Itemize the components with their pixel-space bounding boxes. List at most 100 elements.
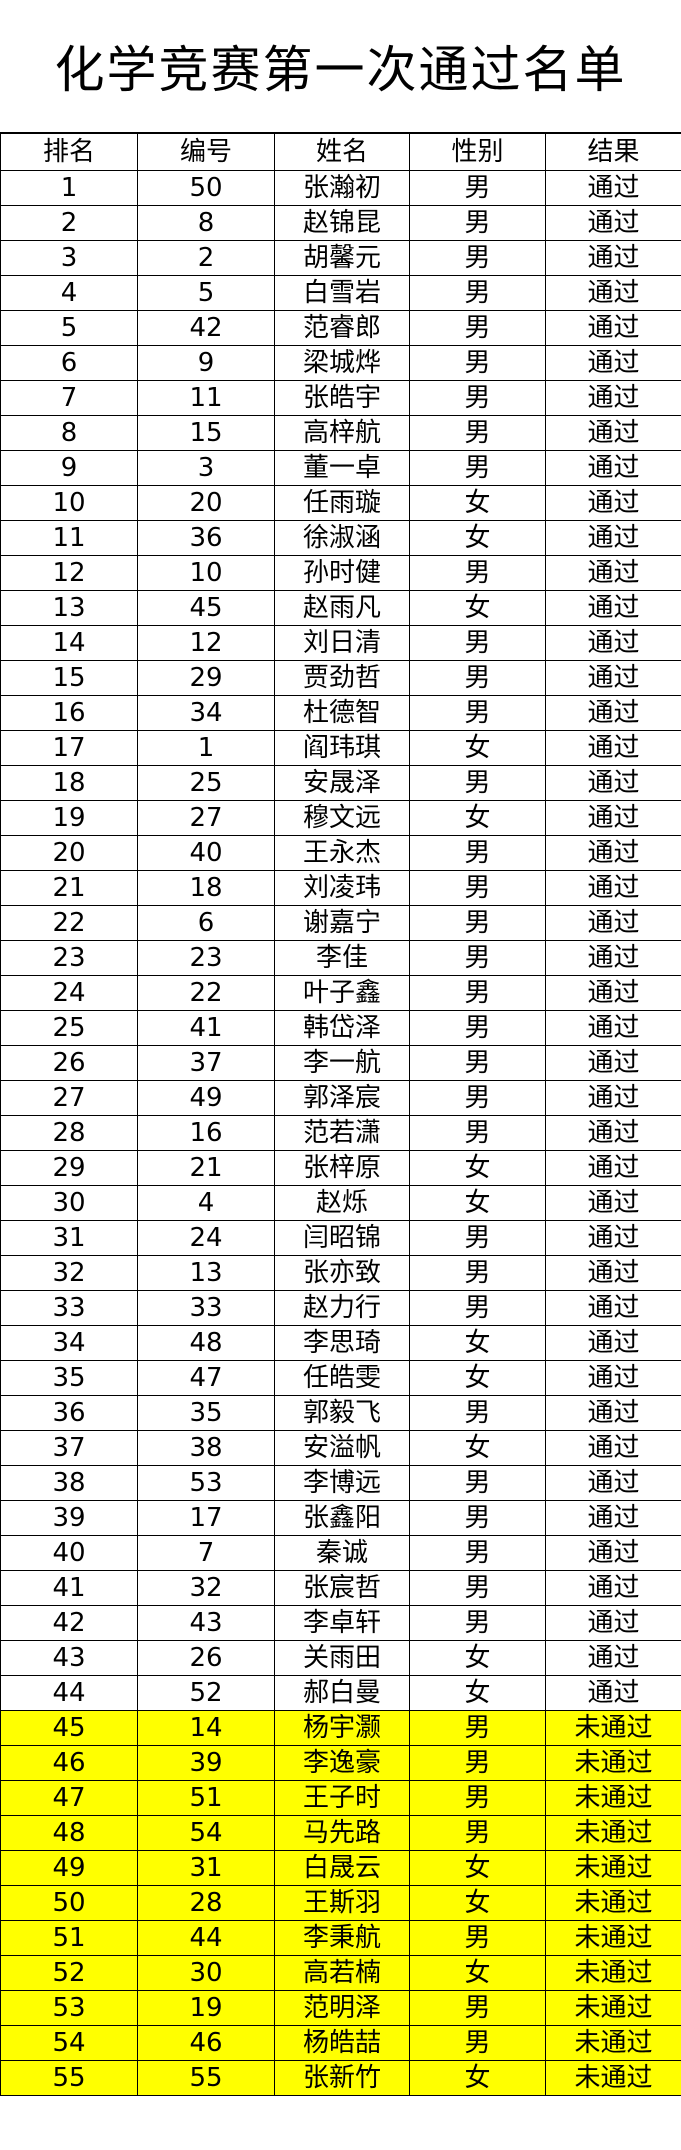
- id-cell: 7: [137, 1535, 275, 1571]
- result-cell: 未通过: [545, 1745, 681, 1781]
- rank-cell: 27: [0, 1080, 138, 1116]
- rank-cell: 55: [0, 2060, 138, 2096]
- id-cell: 51: [137, 1780, 275, 1816]
- rank-cell: 41: [0, 1570, 138, 1606]
- result-cell: 通过: [545, 1045, 681, 1081]
- id-cell: 48: [137, 1325, 275, 1361]
- name-cell: 白雪岩: [274, 275, 410, 311]
- id-cell: 12: [137, 625, 275, 661]
- result-cell: 通过: [545, 1290, 681, 1326]
- name-cell: 王斯羽: [274, 1885, 410, 1921]
- header-id: 编号: [137, 133, 275, 171]
- name-cell: 徐淑涵: [274, 520, 410, 556]
- gender-cell: 男: [409, 1745, 546, 1781]
- table-row: 29 21 张梓原女通过: [0, 1150, 681, 1186]
- id-cell: 49: [137, 1080, 275, 1116]
- name-cell: 郭毅飞: [274, 1395, 410, 1431]
- id-cell: 6: [137, 905, 275, 941]
- gender-cell: 男: [409, 1710, 546, 1746]
- result-cell: 通过: [545, 1570, 681, 1606]
- result-cell: 通过: [545, 765, 681, 801]
- result-cell: 通过: [545, 625, 681, 661]
- gender-cell: 男: [409, 870, 546, 906]
- result-cell: 通过: [545, 1360, 681, 1396]
- result-cell: 通过: [545, 695, 681, 731]
- name-cell: 范若潇: [274, 1115, 410, 1151]
- id-cell: 4: [137, 1185, 275, 1221]
- rank-cell: 37: [0, 1430, 138, 1466]
- result-cell: 通过: [545, 1430, 681, 1466]
- rank-cell: 23: [0, 940, 138, 976]
- table-row: 17 1 阎玮琪女通过: [0, 730, 681, 766]
- id-cell: 41: [137, 1010, 275, 1046]
- gender-cell: 男: [409, 1290, 546, 1326]
- name-cell: 张瀚初: [274, 170, 410, 206]
- header-name: 姓名: [274, 133, 410, 171]
- result-cell: 通过: [545, 275, 681, 311]
- gender-cell: 男: [409, 1255, 546, 1291]
- result-cell: 通过: [545, 310, 681, 346]
- result-cell: 通过: [545, 1640, 681, 1676]
- gender-cell: 男: [409, 275, 546, 311]
- gender-cell: 男: [409, 1500, 546, 1536]
- name-cell: 白晟云: [274, 1850, 410, 1886]
- rank-cell: 50: [0, 1885, 138, 1921]
- id-cell: 37: [137, 1045, 275, 1081]
- id-cell: 3: [137, 450, 275, 486]
- result-cell: 通过: [545, 170, 681, 206]
- table-row: 4 5 白雪岩男通过: [0, 275, 681, 311]
- id-cell: 33: [137, 1290, 275, 1326]
- gender-cell: 男: [409, 1220, 546, 1256]
- id-cell: 5: [137, 275, 275, 311]
- rank-cell: 17: [0, 730, 138, 766]
- result-cell: 通过: [545, 520, 681, 556]
- id-cell: 17: [137, 1500, 275, 1536]
- result-cell: 未通过: [545, 2060, 681, 2096]
- gender-cell: 男: [409, 1780, 546, 1816]
- rank-cell: 32: [0, 1255, 138, 1291]
- id-cell: 13: [137, 1255, 275, 1291]
- id-cell: 38: [137, 1430, 275, 1466]
- gender-cell: 男: [409, 905, 546, 941]
- name-cell: 郭泽宸: [274, 1080, 410, 1116]
- name-cell: 刘凌玮: [274, 870, 410, 906]
- id-cell: 24: [137, 1220, 275, 1256]
- rank-cell: 31: [0, 1220, 138, 1256]
- spreadsheet: 化学竞赛第一次通过名单 排名 编号 姓名 性别 结果 1 50 张瀚初男通过 2 8 赵锦…: [0, 0, 681, 2150]
- rank-cell: 5: [0, 310, 138, 346]
- table-row: 2 8 赵锦昆男通过: [0, 205, 681, 241]
- rank-cell: 53: [0, 1990, 138, 2026]
- name-cell: 贾劲哲: [274, 660, 410, 696]
- rank-cell: 30: [0, 1185, 138, 1221]
- gender-cell: 女: [409, 1675, 546, 1711]
- result-cell: 通过: [545, 1500, 681, 1536]
- rank-cell: 42: [0, 1605, 138, 1641]
- id-cell: 47: [137, 1360, 275, 1396]
- rank-cell: 54: [0, 2025, 138, 2061]
- id-cell: 39: [137, 1745, 275, 1781]
- gender-cell: 男: [409, 1080, 546, 1116]
- gender-cell: 男: [409, 1010, 546, 1046]
- gender-cell: 男: [409, 555, 546, 591]
- table-row: 35 47 任皓雯女通过: [0, 1360, 681, 1396]
- rank-cell: 49: [0, 1850, 138, 1886]
- table-row: 14 12 刘日清男通过: [0, 625, 681, 661]
- table-row: 23 23 李佳男通过: [0, 940, 681, 976]
- gender-cell: 男: [409, 625, 546, 661]
- gender-cell: 男: [409, 1045, 546, 1081]
- table-row: 11 36 徐淑涵女通过: [0, 520, 681, 556]
- rank-cell: 28: [0, 1115, 138, 1151]
- result-cell: 通过: [545, 975, 681, 1011]
- header-rank: 排名: [0, 133, 138, 171]
- result-cell: 通过: [545, 1080, 681, 1116]
- table-row: 22 6 谢嘉宁男通过: [0, 905, 681, 941]
- id-cell: 35: [137, 1395, 275, 1431]
- rank-cell: 26: [0, 1045, 138, 1081]
- results-table: 排名 编号 姓名 性别 结果 1 50 张瀚初男通过 2 8 赵锦昆男通过 3 2 胡馨元男通过…: [0, 133, 681, 2096]
- table-row: 52 30 高若楠女未通过: [0, 1955, 681, 1991]
- table-row: 27 49 郭泽宸男通过: [0, 1080, 681, 1116]
- name-cell: 赵烁: [274, 1185, 410, 1221]
- result-cell: 通过: [545, 1220, 681, 1256]
- table-row: 54 46 杨皓喆男未通过: [0, 2025, 681, 2061]
- table-row: 31 24 闫昭锦男通过: [0, 1220, 681, 1256]
